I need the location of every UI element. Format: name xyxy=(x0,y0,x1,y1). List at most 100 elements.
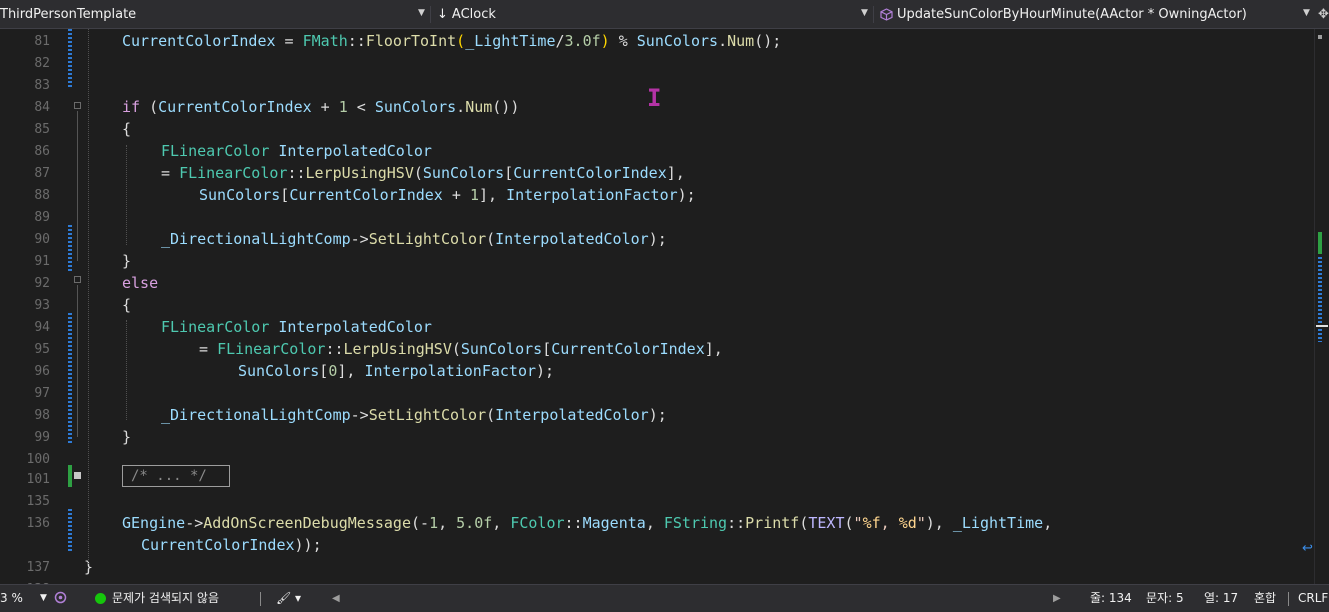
code-line[interactable]: FLinearColor InterpolatedColor xyxy=(161,318,432,336)
line-number: 137 xyxy=(26,560,50,575)
collapse-toggle[interactable] xyxy=(74,276,81,283)
line-number: 136 xyxy=(26,516,50,531)
class-scope-label: AClock xyxy=(451,7,496,22)
code-token: " xyxy=(853,514,863,532)
code-token: _DirectionalLightComp xyxy=(161,406,351,424)
code-token: ], xyxy=(337,362,365,380)
code-editor[interactable]: 81 CurrentColorIndex = FMath::FloorToInt(… xyxy=(0,29,1329,584)
text-cursor-icon: I xyxy=(647,84,662,112)
code-token: < xyxy=(347,98,375,116)
code-token: CurrentColorIndex xyxy=(141,536,295,554)
code-line[interactable]: } xyxy=(122,252,131,270)
issues-indicator[interactable]: 문제가 검색되지 않음 xyxy=(95,585,219,612)
code-token: _LightTime xyxy=(952,514,1044,532)
project-dropdown[interactable]: ThirdPersonTemplate xyxy=(0,4,420,25)
code-token: InterpolationFactor xyxy=(506,186,678,204)
chevron-down-icon[interactable]: ▼ xyxy=(418,3,425,24)
code-token: InterpolatedColor xyxy=(495,230,649,248)
zoom-level[interactable]: 3 % xyxy=(0,585,23,612)
code-line[interactable]: { xyxy=(122,296,131,314)
line-number: 92 xyxy=(34,276,50,291)
code-token: [ xyxy=(542,340,552,358)
code-line[interactable]: if (CurrentColorIndex + 1 < SunColors.Nu… xyxy=(122,98,519,116)
line-number: 93 xyxy=(34,298,50,313)
scroll-left-icon[interactable]: ◀ xyxy=(332,585,340,612)
collapse-toggle[interactable] xyxy=(74,102,81,109)
code-token: ], xyxy=(666,164,685,182)
code-token: = xyxy=(275,32,303,50)
code-line[interactable]: GEngine->AddOnScreenDebugMessage(-1, 5.0… xyxy=(122,514,1052,532)
code-token: 1 xyxy=(469,186,479,204)
code-token: ); xyxy=(648,406,667,424)
code-token: CurrentColorIndex xyxy=(158,98,312,116)
status-divider xyxy=(1288,592,1289,606)
cursor-line[interactable]: 줄: 134 xyxy=(1090,585,1132,612)
indent-guide xyxy=(126,145,127,245)
code-line[interactable]: _DirectionalLightComp->SetLightColor(Int… xyxy=(161,230,667,248)
code-line[interactable]: } xyxy=(122,428,131,446)
code-token: SunColors xyxy=(199,186,281,204)
code-token: 5.0f xyxy=(456,514,493,532)
check-circle-icon xyxy=(95,593,106,604)
class-scope-dropdown[interactable]: ↓ AClock xyxy=(437,4,857,25)
code-token: ); xyxy=(648,230,667,248)
code-token: InterpolatedColor xyxy=(278,142,432,160)
cursor-column[interactable]: 열: 17 xyxy=(1204,585,1238,612)
line-number: 89 xyxy=(34,210,50,225)
scroll-right-icon[interactable]: ▶ xyxy=(1053,585,1061,612)
code-line[interactable]: _DirectionalLightComp->SetLightColor(Int… xyxy=(161,406,667,424)
code-token: InterpolatedColor xyxy=(495,406,649,424)
line-number: 91 xyxy=(34,254,50,269)
code-line[interactable]: = FLinearColor::LerpUsingHSV(SunColors[C… xyxy=(199,340,723,358)
line-number: 98 xyxy=(34,408,50,423)
member-label: UpdateSunColorByHourMinute(AActor * Owni… xyxy=(897,7,1247,22)
split-window-icon[interactable]: ✥ xyxy=(1318,4,1329,25)
code-token: (- xyxy=(411,514,430,532)
code-line[interactable]: SunColors[0], InterpolationFactor); xyxy=(238,362,554,380)
chevron-down-icon[interactable]: ▼ xyxy=(861,3,868,24)
chevron-down-icon[interactable]: ▼ xyxy=(40,585,47,612)
code-line[interactable]: FLinearColor InterpolatedColor xyxy=(161,142,432,160)
code-token: CurrentColorIndex xyxy=(289,186,443,204)
line-number: 94 xyxy=(34,320,50,335)
nav-divider xyxy=(430,6,431,23)
chevron-down-icon[interactable]: ▼ xyxy=(1303,3,1310,24)
vertical-scrollbar[interactable] xyxy=(1314,29,1329,584)
line-endings[interactable]: CRLF xyxy=(1298,585,1328,612)
code-token: FMath xyxy=(302,32,348,50)
cursor-char[interactable]: 문자: 5 xyxy=(1146,585,1184,612)
code-token: / xyxy=(555,32,565,50)
line-number: 84 xyxy=(34,100,50,115)
change-indicator xyxy=(68,225,72,273)
scroll-marker xyxy=(1318,232,1322,254)
code-token: 3.0f xyxy=(564,32,601,50)
code-token: SunColors xyxy=(374,98,457,116)
folded-region[interactable]: /* ... */ xyxy=(122,465,230,487)
code-token: ); xyxy=(536,362,555,380)
code-token: 0 xyxy=(328,362,338,380)
line-number: 96 xyxy=(34,364,50,379)
code-token: [ xyxy=(280,186,290,204)
line-number: 83 xyxy=(34,78,50,93)
code-token: , xyxy=(438,514,457,532)
member-dropdown[interactable]: UpdateSunColorByHourMinute(AActor * Owni… xyxy=(880,4,1300,25)
code-line[interactable]: CurrentColorIndex = FMath::FloorToInt(_L… xyxy=(122,32,781,50)
code-token: , xyxy=(645,514,664,532)
code-line[interactable]: SunColors[CurrentColorIndex + 1], Interp… xyxy=(199,186,696,204)
code-line[interactable]: CurrentColorIndex)); xyxy=(141,536,322,554)
line-number: 90 xyxy=(34,232,50,247)
indent-mode[interactable]: 혼합 xyxy=(1254,585,1276,612)
line-number: 87 xyxy=(34,166,50,181)
code-token: ( xyxy=(486,230,496,248)
code-line[interactable]: { xyxy=(122,120,131,138)
code-token: { xyxy=(122,296,132,314)
code-line[interactable]: = FLinearColor::LerpUsingHSV(SunColors[C… xyxy=(161,164,685,182)
word-wrap-icon: ↩ xyxy=(1302,541,1313,556)
line-number: 100 xyxy=(26,452,50,467)
code-line[interactable]: else xyxy=(122,274,158,292)
code-cleanup-brush-icon[interactable]: 🖌 ▾ xyxy=(276,585,301,612)
code-token: . xyxy=(718,32,728,50)
expand-toggle[interactable] xyxy=(74,472,81,479)
code-token: ) xyxy=(600,32,610,50)
method-cube-icon xyxy=(880,8,893,21)
